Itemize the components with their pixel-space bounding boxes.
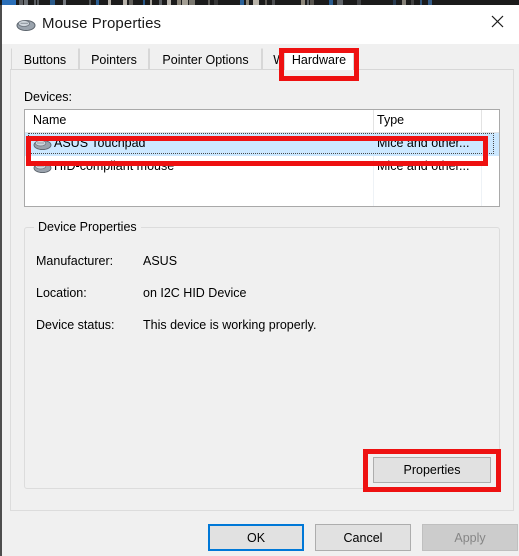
column-header-type[interactable]: Type: [377, 113, 404, 127]
device-properties-legend: Device Properties: [34, 220, 141, 234]
cancel-button[interactable]: Cancel: [315, 524, 411, 551]
devices-list[interactable]: Name Type ASUS Touchpad Mice and other..…: [24, 109, 500, 207]
table-row[interactable]: HID-compliant mouse Mice and other...: [25, 156, 499, 179]
mouse-icon: [33, 137, 52, 152]
close-icon[interactable]: [475, 5, 519, 37]
ok-button[interactable]: OK: [208, 524, 304, 551]
table-row[interactable]: ASUS Touchpad Mice and other...: [25, 133, 499, 156]
devices-label: Devices:: [24, 90, 72, 104]
apply-button: Apply: [422, 524, 518, 551]
header-divider: [373, 110, 374, 132]
location-value: on I2C HID Device: [143, 286, 247, 300]
tab-pointer-options[interactable]: Pointer Options: [149, 48, 262, 70]
device-type: Mice and other...: [377, 136, 469, 150]
properties-button[interactable]: Properties: [373, 457, 491, 483]
tab-buttons[interactable]: Buttons: [11, 48, 79, 70]
tab-strip: Buttons Pointers Pointer Options Wheel H…: [2, 44, 519, 70]
tab-pointers[interactable]: Pointers: [79, 48, 149, 70]
column-header-name[interactable]: Name: [33, 113, 66, 127]
device-status-value: This device is working properly.: [143, 318, 316, 332]
manufacturer-value: ASUS: [143, 254, 177, 268]
header-divider: [481, 110, 482, 132]
mouse-properties-dialog: Mouse Properties Buttons Pointers Pointe…: [0, 5, 519, 556]
title-bar: Mouse Properties: [2, 5, 519, 44]
device-status-label: Device status:: [36, 318, 115, 332]
manufacturer-label: Manufacturer:: [36, 254, 113, 268]
tab-hardware[interactable]: Hardware: [284, 48, 354, 70]
list-header: Name Type: [25, 110, 499, 133]
device-name: ASUS Touchpad: [54, 136, 146, 150]
page-title: Mouse Properties: [42, 15, 161, 32]
mouse-icon: [33, 160, 52, 175]
mouse-icon: [16, 17, 36, 33]
device-name: HID-compliant mouse: [54, 159, 174, 173]
device-type: Mice and other...: [377, 159, 469, 173]
location-label: Location:: [36, 286, 87, 300]
